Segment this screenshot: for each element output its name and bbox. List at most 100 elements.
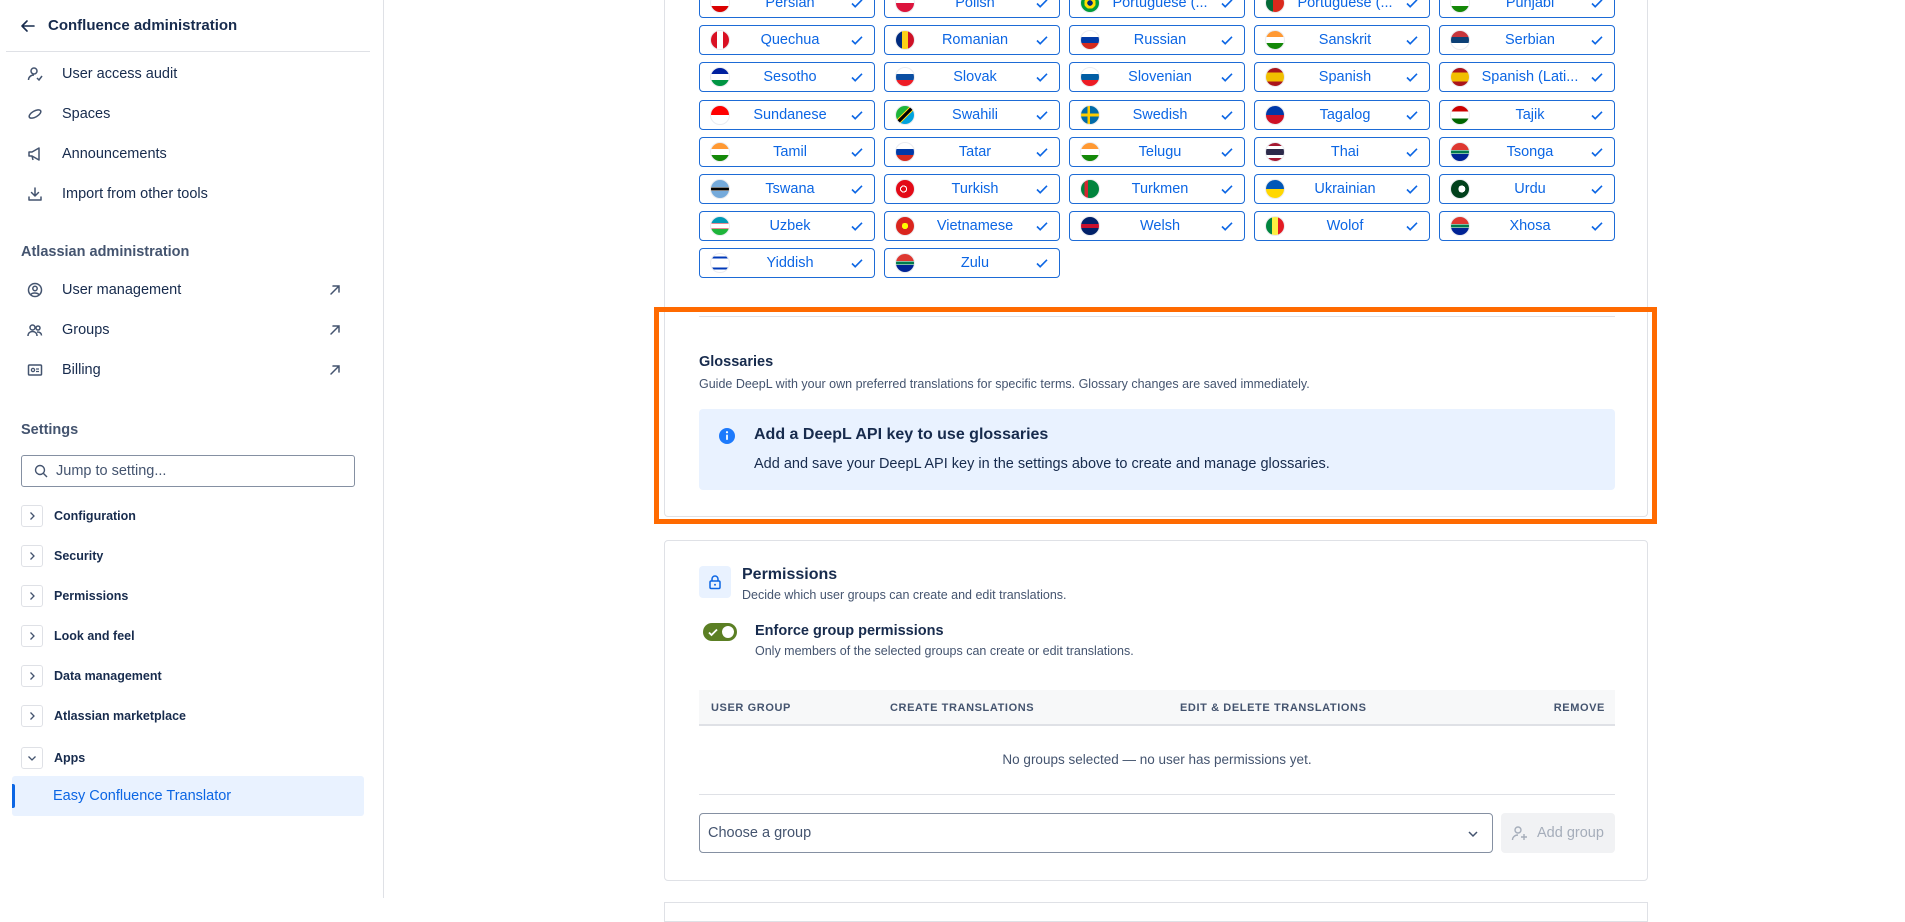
chevron-right-icon — [21, 625, 43, 647]
language-toggle[interactable]: Romanian — [884, 25, 1060, 55]
language-name: Tamil — [773, 144, 807, 160]
category-data-management[interactable]: Data management — [21, 662, 361, 690]
user-circle-icon — [24, 279, 46, 301]
check-icon — [1221, 0, 1233, 8]
language-name: Telugu — [1138, 144, 1182, 160]
external-link-icon — [330, 285, 340, 295]
language-toggle[interactable]: Ukrainian — [1254, 174, 1430, 204]
chevron-down-icon — [21, 747, 43, 769]
language-toggle[interactable]: Thai — [1254, 137, 1430, 167]
column-remove: REMOVE — [1553, 702, 1605, 714]
flag-icon — [710, 216, 730, 236]
language-name: Spanish — [1318, 69, 1372, 85]
next-panel — [664, 902, 1648, 922]
language-toggle[interactable]: Punjabi — [1439, 0, 1615, 18]
back-arrow-icon[interactable] — [14, 12, 42, 40]
sidebar-item-spaces[interactable]: Spaces — [12, 96, 360, 132]
language-toggle[interactable]: Portuguese (... — [1254, 0, 1430, 18]
language-toggle[interactable]: Sanskrit — [1254, 25, 1430, 55]
chevron-right-icon — [21, 705, 43, 727]
category-atlassian-marketplace[interactable]: Atlassian marketplace — [21, 702, 361, 730]
language-toggle[interactable]: Tajik — [1439, 100, 1615, 130]
check-icon — [851, 73, 863, 82]
user-audit-icon — [24, 63, 46, 85]
setting-search-box[interactable] — [21, 455, 355, 487]
flag-icon — [895, 253, 915, 273]
language-toggle[interactable]: Sesotho — [699, 62, 875, 92]
sidebar-item-groups[interactable]: Groups — [12, 312, 360, 348]
language-toggle[interactable]: Tsonga — [1439, 137, 1615, 167]
language-toggle[interactable]: Persian — [699, 0, 875, 18]
language-toggle[interactable]: Swedish — [1069, 100, 1245, 130]
sidebar-item-user-management[interactable]: User management — [12, 272, 360, 308]
add-group-label: Add group — [1537, 825, 1604, 841]
category-permissions[interactable]: Permissions — [21, 582, 361, 610]
language-toggle[interactable]: Vietnamese — [884, 211, 1060, 241]
check-icon — [1221, 36, 1233, 45]
sidebar-item-billing[interactable]: Billing — [12, 352, 360, 388]
sidebar: Confluence administration User access au… — [0, 0, 384, 898]
language-name: Quechua — [760, 32, 820, 48]
check-icon — [1591, 222, 1603, 231]
language-toggle[interactable]: Urdu — [1439, 174, 1615, 204]
flag-icon — [1080, 179, 1100, 199]
language-toggle[interactable]: Spanish (Lati... — [1439, 62, 1615, 92]
language-toggle[interactable]: Wolof — [1254, 211, 1430, 241]
check-icon — [1221, 222, 1233, 231]
language-toggle[interactable]: Xhosa — [1439, 211, 1615, 241]
language-toggle[interactable]: Tamil — [699, 137, 875, 167]
permissions-description: Decide which user groups can create and … — [742, 588, 1067, 602]
language-toggle[interactable]: Quechua — [699, 25, 875, 55]
setting-search-input[interactable] — [54, 462, 334, 480]
sidebar-item-announcements[interactable]: Announcements — [12, 136, 360, 172]
language-name: Uzbek — [769, 218, 811, 234]
language-toggle[interactable]: Tswana — [699, 174, 875, 204]
check-icon — [1591, 148, 1603, 157]
language-toggle[interactable]: Russian — [1069, 25, 1245, 55]
language-toggle[interactable]: Serbian — [1439, 25, 1615, 55]
category-apps[interactable]: Apps — [21, 744, 361, 772]
sidebar-item-user-access-audit[interactable]: User access audit — [12, 56, 360, 92]
language-toggle[interactable]: Telugu — [1069, 137, 1245, 167]
check-icon — [1036, 185, 1048, 194]
language-toggle[interactable]: Polish — [884, 0, 1060, 18]
flag-icon — [1265, 30, 1285, 50]
chevron-down-icon — [1468, 831, 1478, 838]
check-icon — [851, 222, 863, 231]
section-atlassian-administration: Atlassian administration — [21, 244, 190, 260]
language-toggle[interactable]: Turkish — [884, 174, 1060, 204]
language-name: Sesotho — [763, 69, 817, 85]
language-toggle[interactable]: Spanish — [1254, 62, 1430, 92]
language-toggle[interactable]: Slovenian — [1069, 62, 1245, 92]
section-settings: Settings — [21, 422, 79, 438]
language-toggle[interactable]: Portuguese (... — [1069, 0, 1245, 18]
language-toggle[interactable]: Tatar — [884, 137, 1060, 167]
language-toggle[interactable]: Sundanese — [699, 100, 875, 130]
chevron-right-icon — [21, 545, 43, 567]
category-label: Apps — [54, 751, 86, 765]
enforce-permissions-toggle[interactable] — [703, 623, 737, 641]
flag-icon — [710, 253, 730, 273]
group-select-placeholder: Choose a group — [708, 825, 812, 841]
enforce-permissions-title: Enforce group permissions — [755, 623, 944, 639]
language-toggle[interactable]: Tagalog — [1254, 100, 1430, 130]
language-name: Sundanese — [753, 107, 827, 123]
add-group-button[interactable]: Add group — [1501, 813, 1615, 853]
check-icon — [1036, 111, 1048, 120]
category-look-and-feel[interactable]: Look and feel — [21, 622, 361, 650]
language-toggle[interactable]: Turkmen — [1069, 174, 1245, 204]
table-divider — [699, 794, 1615, 795]
language-toggle[interactable]: Uzbek — [699, 211, 875, 241]
category-label: Security — [54, 549, 104, 563]
sidebar-item-import[interactable]: Import from other tools — [12, 176, 360, 212]
language-toggle[interactable]: Zulu — [884, 248, 1060, 278]
group-select[interactable]: Choose a group — [699, 813, 1493, 853]
check-icon — [1036, 36, 1048, 45]
category-configuration[interactable]: Configuration — [21, 502, 361, 530]
language-toggle[interactable]: Swahili — [884, 100, 1060, 130]
language-toggle[interactable]: Welsh — [1069, 211, 1245, 241]
language-toggle[interactable]: Slovak — [884, 62, 1060, 92]
category-security[interactable]: Security — [21, 542, 361, 570]
sidebar-item-easy-confluence-translator[interactable]: Easy Confluence Translator — [12, 776, 364, 816]
language-toggle[interactable]: Yiddish — [699, 248, 875, 278]
